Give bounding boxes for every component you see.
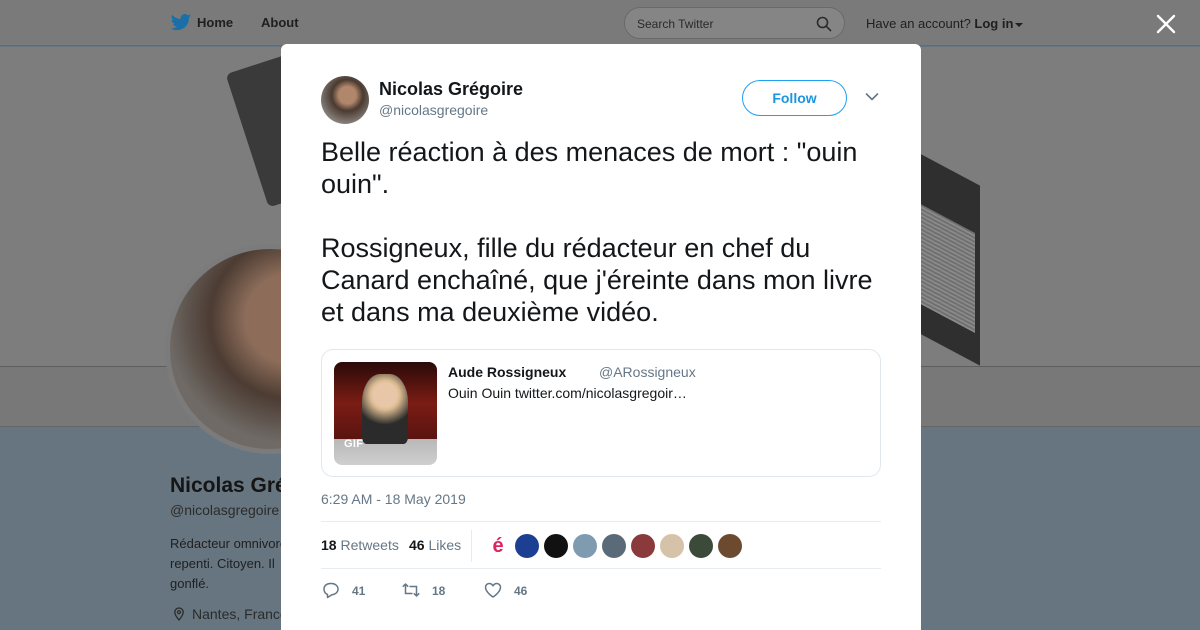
quoted-tweet[interactable]: GIF Aude Rossigneux @ARossigneux Ouin Ou… [321,349,881,477]
profile-bio-line: gonflé. [170,576,210,591]
account-prompt: Have an account? [866,16,971,31]
liker-avatar[interactable] [573,534,597,558]
profile-location-text: Nantes, France [192,606,282,622]
likes-stat[interactable]: 46 Likes [409,537,461,553]
chevron-down-icon[interactable] [865,92,879,102]
retweet-label: Retweets [340,537,399,553]
reply-count: 41 [352,584,366,598]
retweet-icon [402,583,420,597]
close-icon[interactable] [1155,13,1177,35]
quoted-author-handle: @ARossigneux [599,364,696,380]
retweet-action-count: 18 [432,584,446,598]
tweet-paragraph: Belle réaction à des menaces de mort : "… [321,137,858,199]
tweet-timestamp[interactable]: 6:29 AM - 18 May 2019 [321,491,466,507]
location-pin-icon [174,607,184,621]
top-navigation-bar: Home About Search Twitter Have an accoun… [0,0,1200,46]
stats-divider [471,530,472,562]
profile-bio: Rédacteur omnivore, repenti. Citoyen. Il… [170,534,285,594]
author-avatar[interactable] [321,76,369,124]
follow-button[interactable]: Follow [742,80,847,116]
tweet-text: Belle réaction à des menaces de mort : "… [321,136,881,328]
retweet-count: 18 [321,537,337,553]
liker-avatar[interactable] [718,534,742,558]
author-name[interactable]: Nicolas Grégoire [379,79,523,100]
profile-bio-line: Rédacteur omnivore, [170,536,285,551]
retweet-stat[interactable]: 18 Retweets [321,537,399,553]
nav-home-link[interactable]: Home [197,15,233,30]
tweet-paragraph: Rossigneux, fille du rédacteur en chef d… [321,233,873,327]
nav-about-link[interactable]: About [261,15,299,30]
search-icon[interactable] [816,16,832,32]
profile-handle[interactable]: @nicolasgregoire [170,502,279,518]
gif-thumbnail-image [362,374,408,444]
login-link[interactable]: Log in [974,16,1013,31]
liker-avatar[interactable] [602,534,626,558]
author-handle[interactable]: @nicolasgregoire [379,102,488,118]
tweet-stats: 18 Retweets 46 Likes é [321,521,881,569]
likes-count: 46 [409,537,425,553]
heart-icon [484,582,502,598]
account-area: Have an account? Log in [866,16,1024,31]
quoted-tweet-text: Ouin Ouin twitter.com/nicolasgregoir… [448,385,687,401]
caret-down-icon[interactable] [1015,22,1024,27]
liker-avatar[interactable] [689,534,713,558]
tweet-modal: Nicolas Grégoire @nicolasgregoire Follow… [281,44,921,630]
profile-location: Nantes, France [172,606,282,622]
gif-badge: GIF [344,438,364,450]
likes-label: Likes [428,537,462,553]
reply-icon [323,582,339,599]
profile-bio-line: repenti. Citoyen. Il [170,556,275,571]
liker-avatar[interactable] [631,534,655,558]
quoted-author-name: Aude Rossigneux [448,364,567,380]
search-placeholder: Search Twitter [637,17,714,31]
liker-avatar[interactable] [660,534,684,558]
twitter-bird-icon[interactable] [170,13,192,33]
liker-avatar[interactable] [544,534,568,558]
liker-avatar[interactable] [515,534,539,558]
quoted-tweet-gif[interactable]: GIF [334,362,437,465]
liker-avatar[interactable]: é [486,534,510,558]
search-input[interactable]: Search Twitter [624,7,845,39]
like-action-count: 46 [514,584,528,598]
